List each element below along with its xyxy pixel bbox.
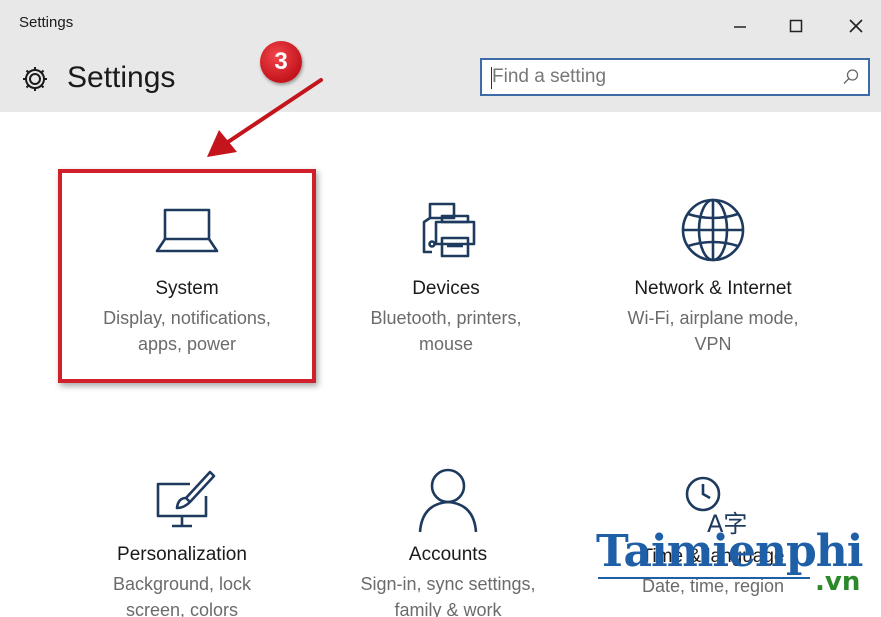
tile-desc-line: Bluetooth, printers, — [370, 308, 522, 328]
tile-personalization[interactable]: Personalization Background, lock screen,… — [62, 464, 302, 617]
close-icon — [849, 19, 863, 33]
globe-icon — [681, 198, 745, 262]
tile-desc-line: family & work — [394, 600, 502, 617]
maximize-button[interactable] — [776, 8, 816, 44]
search-icon[interactable] — [842, 68, 860, 86]
gear-icon — [23, 67, 47, 91]
tile-devices[interactable]: Devices Bluetooth, printers, mouse — [326, 198, 566, 357]
step-number-badge: 3 — [260, 41, 302, 83]
tile-description: Sign-in, sync settings, family & work — [328, 571, 568, 617]
tile-desc-line: mouse — [418, 334, 474, 354]
watermark-underline — [598, 577, 810, 579]
tile-desc-line: Wi-Fi, airplane mode, — [627, 308, 799, 328]
tile-title: Network & Internet — [634, 278, 792, 299]
minimize-icon — [734, 26, 746, 28]
tile-desc-line: Background, lock — [112, 574, 252, 594]
minimize-button[interactable] — [720, 8, 760, 44]
close-button[interactable] — [836, 8, 876, 44]
tile-description: Wi-Fi, airplane mode, VPN — [593, 305, 833, 357]
tile-description: Bluetooth, printers, mouse — [326, 305, 566, 357]
tile-title: Accounts — [408, 544, 488, 565]
tile-title: Personalization — [117, 544, 247, 565]
devices-printer-icon — [422, 202, 476, 258]
page-title: Settings — [67, 61, 176, 94]
tile-desc-line: screen, colors — [125, 600, 239, 617]
tile-accounts[interactable]: Accounts Sign-in, sync settings, family … — [328, 464, 568, 617]
maximize-icon — [789, 19, 803, 33]
watermark-logo: Taimienphi .vn — [596, 526, 866, 597]
tile-title: Devices — [412, 278, 480, 299]
tile-desc-line: Sign-in, sync settings, — [360, 574, 536, 594]
title-bar: Settings Settings — [0, 0, 881, 112]
person-icon — [418, 468, 478, 533]
search-box[interactable] — [480, 58, 870, 96]
tile-network[interactable]: Network & Internet Wi-Fi, airplane mode,… — [593, 198, 833, 357]
personalization-paintbrush-icon — [156, 470, 216, 528]
tile-desc-line: VPN — [694, 334, 732, 354]
tile-description: Background, lock screen, colors — [62, 571, 302, 617]
watermark-domain-text: .vn — [815, 567, 861, 597]
highlight-box — [58, 169, 316, 383]
search-input[interactable] — [492, 65, 822, 89]
settings-window: Settings Settings Find a setting System … — [0, 0, 881, 617]
arrow-annotation — [207, 78, 323, 157]
window-title: Settings — [19, 14, 74, 31]
